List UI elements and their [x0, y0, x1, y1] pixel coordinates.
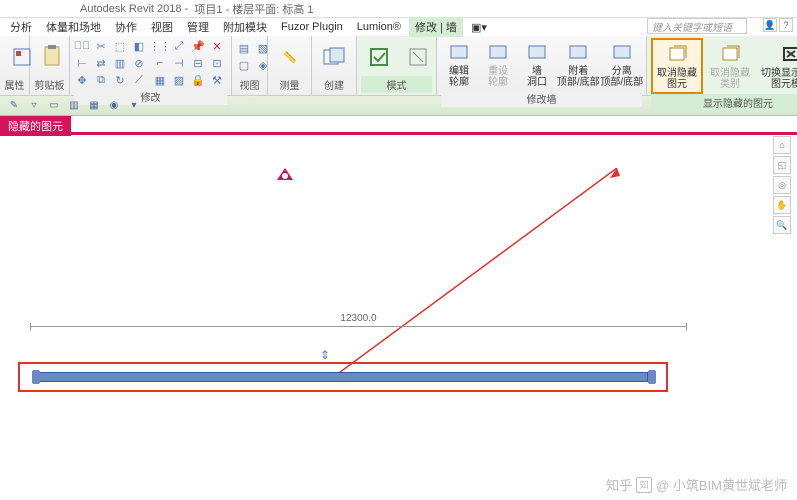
menu-massing[interactable]: 体量和场地 [40, 17, 107, 37]
delete-icon[interactable]: ✕ [209, 38, 225, 54]
menu-fuzor[interactable]: Fuzor Plugin [275, 19, 349, 35]
join-icon[interactable]: ⬚ [112, 38, 128, 54]
document-title: 项目1 - 楼层平面: 标高 1 [194, 1, 313, 17]
wall-endpoint-right[interactable] [648, 370, 656, 384]
hidden-btn-0[interactable]: 取消隐藏图元 [651, 38, 703, 94]
cut-icon[interactable]: ✂ [93, 38, 109, 54]
close-icon[interactable]: ▢ [236, 58, 252, 74]
paste-button[interactable] [34, 43, 70, 71]
view-controls: ⌂ ◱ ◎ ✋ 🔍 [773, 136, 793, 234]
menu-lumion[interactable]: Lumion® [351, 19, 407, 35]
menu-analysis[interactable]: 分析 [4, 17, 38, 37]
nav-cube-icon[interactable]: ◱ [773, 156, 791, 174]
wall-btn-2[interactable]: 墙洞口 [519, 38, 555, 90]
wall-element[interactable] [38, 372, 648, 382]
offset-icon[interactable]: ⇄ [93, 55, 109, 71]
wall-btn-3[interactable]: 附着顶部/底部 [558, 38, 599, 90]
lock-icon[interactable]: 🔒 [190, 72, 206, 88]
flip-control-icon[interactable]: ⇕ [320, 348, 330, 362]
mirror-icon[interactable]: ▥ [112, 55, 128, 71]
ribbon: 属性 剪贴板 �⃞✂⬚◧ ⊢⇄▥⊘ ✥⧉↻⟋ ⋮⋮⤢📌✕ ⌐⊣⊟⊡ ▦▨🔒⚒ 修… [0, 36, 797, 96]
panel-label-view: 视图 [236, 76, 263, 93]
scale-icon[interactable]: ⤢ [171, 38, 187, 54]
app-title: Autodesk Revit 2018 - [80, 3, 188, 15]
split-icon[interactable]: ⊘ [131, 55, 147, 71]
menu-collaborate[interactable]: 协作 [109, 17, 143, 37]
copy-icon[interactable]: ⧉ [93, 72, 109, 88]
nav-home-icon[interactable]: ⌂ [773, 136, 791, 154]
nav-wheel-icon[interactable]: ◎ [773, 176, 791, 194]
annotation-arrow [332, 168, 622, 388]
move-icon[interactable]: ✥ [74, 72, 90, 88]
wall-endpoint-left[interactable] [32, 370, 40, 384]
paint-icon[interactable]: ◧ [131, 38, 147, 54]
extend-icon[interactable]: ⊣ [171, 55, 187, 71]
section-marker-icon[interactable] [275, 166, 295, 184]
watermark: 知乎 知 @ 小筑BIM黄世斌老师 [606, 475, 787, 494]
qat-activate[interactable]: ◉ [106, 98, 122, 114]
panel-label-create: 创建 [316, 76, 352, 93]
cope-icon[interactable]: �⃞ [74, 38, 90, 54]
tile-icon[interactable]: ▤ [236, 41, 252, 57]
reset-profile-button[interactable] [400, 43, 436, 71]
menu-bar: 分析 体量和场地 协作 视图 管理 附加模块 Fuzor Plugin Lumi… [0, 18, 797, 36]
split2-icon[interactable]: ⊟ [190, 55, 206, 71]
zhihu-logo-icon: 知 [636, 477, 652, 493]
menu-overflow[interactable]: ▣▾ [465, 19, 493, 36]
dimension-value[interactable]: 12300.0 [336, 313, 380, 324]
menu-view[interactable]: 视图 [145, 17, 179, 37]
nav-pan-icon[interactable]: ✋ [773, 196, 791, 214]
panel-label-clipboard: 剪贴板 [34, 76, 65, 93]
demolish-icon[interactable]: ⚒ [209, 72, 225, 88]
panel-label-measure: 测量 [272, 76, 307, 93]
search-input[interactable]: 键入关键字或短语 [647, 18, 747, 34]
drawing-canvas[interactable]: 隐藏的图元 12300.0 ⇕ ⌂ ◱ ◎ ✋ 🔍 知乎 知 @ 小筑BIM黄世… [0, 116, 797, 500]
menu-addins[interactable]: 附加模块 [217, 17, 273, 37]
panel-label-mode: 模式 [361, 76, 432, 93]
login-icon[interactable]: 👤 [763, 18, 777, 32]
qat-modify[interactable]: ✎ [6, 98, 22, 114]
qat-sel3[interactable]: ▦ [86, 98, 102, 114]
nav-zoom-icon[interactable]: 🔍 [773, 216, 791, 234]
menu-modify-wall[interactable]: 修改 | 墙 [409, 17, 463, 37]
help-icon[interactable]: ? [779, 18, 793, 32]
hidden-btn-1[interactable]: 取消隐藏类别 [706, 40, 754, 92]
hidden-btn-2[interactable]: 切换显示隐藏图元模式 [757, 40, 797, 92]
array-icon[interactable]: ⋮⋮ [152, 38, 168, 54]
wall-btn-1[interactable]: 重设轮廓 [480, 38, 516, 90]
rotate-icon[interactable]: ↻ [112, 72, 128, 88]
pin-icon[interactable]: 📌 [190, 38, 206, 54]
qat-sel2[interactable]: ▥ [66, 98, 82, 114]
wall-btn-0[interactable]: 编辑轮廓 [441, 38, 477, 90]
measure-button[interactable]: 📏 [272, 43, 308, 71]
panel-label-properties: 属性 [4, 76, 25, 93]
panel-label-hidden: 显示隐藏的图元 [651, 94, 797, 111]
trim-icon[interactable]: ⟋ [131, 72, 147, 88]
corner-icon[interactable]: ⌐ [152, 55, 168, 71]
panel-label-modifywall: 修改墙 [441, 90, 642, 107]
create-button[interactable] [316, 43, 352, 71]
group-icon[interactable]: ▦ [152, 72, 168, 88]
qat-filter[interactable]: ▿ [26, 98, 42, 114]
ungroup-icon[interactable]: ▨ [171, 72, 187, 88]
view-border [0, 132, 797, 135]
qat-sel1[interactable]: ▭ [46, 98, 62, 114]
gap-icon[interactable]: ⊡ [209, 55, 225, 71]
align-icon[interactable]: ⊢ [74, 55, 90, 71]
wall-btn-4[interactable]: 分离顶部/底部 [602, 38, 643, 90]
qat-dropdown[interactable]: ▾ [126, 98, 142, 114]
menu-manage[interactable]: 管理 [181, 17, 215, 37]
edit-profile-button[interactable] [361, 43, 397, 71]
modify-tools-grid: �⃞✂⬚◧ ⊢⇄▥⊘ ✥⧉↻⟋ [74, 38, 149, 88]
dimension-line[interactable]: 12300.0 [30, 326, 687, 346]
